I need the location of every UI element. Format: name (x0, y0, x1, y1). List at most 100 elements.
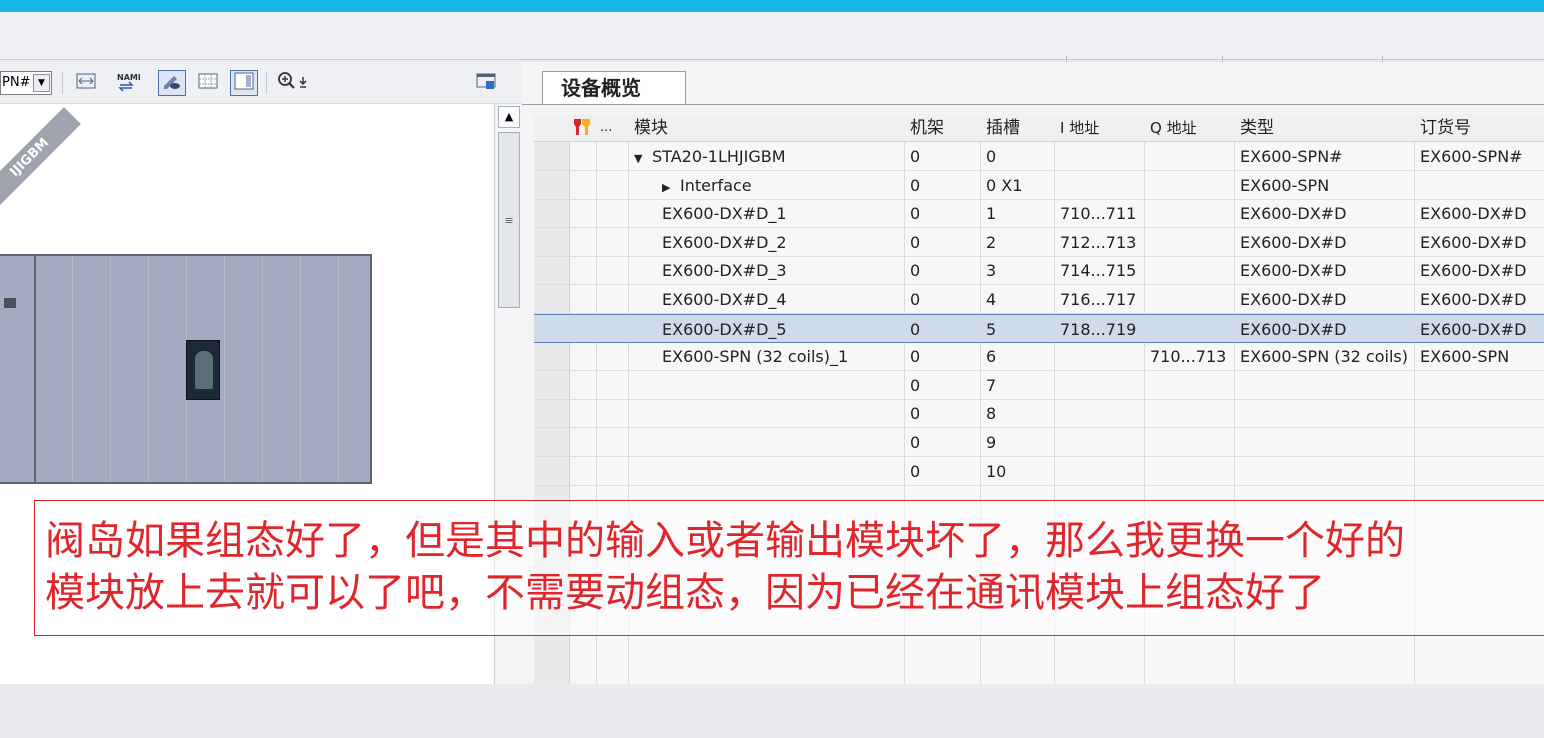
table-row[interactable]: EX600-DX#D_3 0 3 714...715 EX600-DX#D EX600-D… (534, 256, 1544, 286)
table-cell[interactable]: EX600-DX#D_5 (662, 315, 787, 344)
cell-i: 712...713 (1060, 232, 1137, 252)
table-cell[interactable]: EX600-DX#D (1420, 199, 1526, 228)
col-q-address[interactable]: Q 地址 (1150, 116, 1197, 140)
col-type[interactable]: 类型 (1240, 116, 1274, 140)
table-row[interactable]: EX600-DX#D_5 0 5 718...719 EX600-DX#D EX600-D… (534, 313, 1544, 344)
table-row[interactable]: EX600-DX#D_1 0 1 710...711 EX600-DX#D EX600-D… (534, 199, 1544, 229)
table-cell[interactable]: EX600-DX#D_3 (662, 256, 787, 285)
table-cell[interactable]: 0 (910, 428, 920, 457)
table-cell[interactable]: 0 X1 (986, 171, 1022, 200)
table-cell[interactable]: EX600-DX#D (1240, 228, 1346, 257)
table-cell[interactable]: 7 (986, 371, 996, 400)
table-row[interactable]: 09 (534, 428, 1544, 457)
table-cell[interactable]: 9 (986, 428, 996, 457)
network-view-icon[interactable] (72, 70, 100, 96)
col-module[interactable]: 模块 (634, 116, 668, 140)
panel-icon[interactable] (230, 70, 258, 96)
table-cell[interactable]: EX600-SPN (1240, 171, 1329, 200)
col-order-number[interactable]: 订货号 (1420, 116, 1471, 140)
device-combo[interactable]: PN# ▼ (0, 71, 52, 95)
column-options[interactable]: ... (600, 116, 612, 140)
window-icon[interactable] (472, 70, 500, 96)
device-tag[interactable]: IJIGBM (0, 107, 81, 209)
table-cell[interactable]: ▼ STA20-1LHJIGBM (634, 142, 786, 173)
table-row[interactable]: 07 (534, 371, 1544, 400)
table-cell[interactable]: EX600-DX#D_2 (662, 228, 787, 257)
table-cell[interactable]: EX600-DX#D (1240, 315, 1346, 344)
table-cell[interactable]: 0 (986, 142, 996, 171)
table-row[interactable]: EX600-DX#D_4 0 4 716...717 EX600-DX#D EX600-D… (534, 285, 1544, 314)
table-cell[interactable]: 0 (910, 399, 920, 428)
table-row[interactable]: EX600-DX#D_2 0 2 712...713 EX600-DX#D EX600-D… (534, 228, 1544, 257)
table-cell[interactable]: ▶ Interface (662, 171, 752, 202)
table-cell[interactable]: 0 (910, 256, 920, 285)
expand-icon[interactable]: ▶ (662, 173, 680, 202)
grid-icon[interactable] (194, 70, 222, 96)
table-cell[interactable]: EX600-SPN (32 coils) (1240, 342, 1408, 371)
table-cell[interactable]: EX600-DX#D (1240, 199, 1346, 228)
cell-rack: 0 (910, 204, 921, 224)
table-cell[interactable]: EX600-DX#D (1420, 228, 1526, 257)
table-cell[interactable]: EX600-DX#D_1 (662, 199, 787, 228)
table-row[interactable]: 08 (534, 399, 1544, 429)
menu-band (0, 12, 1544, 62)
address-icon[interactable] (158, 70, 186, 96)
filter-icon[interactable] (570, 116, 594, 145)
table-cell[interactable]: 710...713 (1150, 342, 1226, 371)
table-row[interactable]: ▼ STA20-1LHJIGBM 0 0 EX600-SPN# EX600-SPN# (534, 142, 1544, 171)
table-cell[interactable]: 0 (910, 315, 920, 344)
table-cell[interactable]: 0 (910, 371, 920, 400)
table-cell[interactable]: 10 (986, 457, 1006, 486)
table-cell[interactable]: 5 (986, 315, 996, 344)
table-cell[interactable]: EX600-SPN# (1240, 142, 1343, 171)
table-cell[interactable]: EX600-DX#D (1240, 256, 1346, 285)
table-cell[interactable]: 1 (986, 199, 996, 228)
table-cell[interactable]: EX600-SPN# (1420, 142, 1523, 171)
cell-slot: 5 (986, 319, 997, 339)
name-icon[interactable]: NAME (114, 70, 143, 96)
scroll-up-icon[interactable]: ▲ (498, 106, 520, 128)
table-cell[interactable]: 0 (910, 142, 920, 171)
table-cell[interactable]: 2 (986, 228, 996, 257)
table-cell[interactable]: EX600-DX#D (1420, 315, 1526, 344)
table-cell[interactable]: 0 (910, 228, 920, 257)
table-cell[interactable]: 0 (910, 199, 920, 228)
cell-slot: 8 (986, 404, 997, 424)
cell-slot: 9 (986, 433, 997, 452)
table-row[interactable]: EX600-SPN (32 coils)_1 0 6 710...713 EX600-S… (534, 342, 1544, 372)
zoom-icon[interactable] (274, 70, 318, 96)
table-cell[interactable]: 8 (986, 399, 996, 428)
col-i-address[interactable]: I 地址 (1060, 116, 1099, 140)
device-combo-value: PN# (2, 75, 31, 90)
collapse-icon[interactable]: ▼ (634, 144, 652, 173)
col-rack[interactable]: 机架 (910, 116, 944, 140)
col-slot[interactable]: 插槽 (986, 116, 1020, 140)
cell-slot: 4 (986, 290, 997, 309)
table-cell[interactable]: EX600-SPN (32 coils)_1 (662, 342, 848, 371)
table-cell[interactable]: 3 (986, 256, 996, 285)
table-cell[interactable]: EX600-SPN (1420, 342, 1509, 371)
scroll-thumb[interactable]: ≡ (498, 132, 520, 308)
table-cell[interactable]: 0 (910, 285, 920, 314)
table-cell[interactable]: 712...713 (1060, 228, 1136, 257)
chevron-down-icon[interactable]: ▼ (33, 74, 50, 92)
table-row[interactable]: ▶ Interface 0 0 X1 EX600-SPN (534, 171, 1544, 200)
tab-device-overview[interactable]: 设备概览 (542, 71, 686, 105)
table-cell[interactable]: 6 (986, 342, 996, 371)
table-cell[interactable]: EX600-DX#D (1420, 256, 1526, 285)
table-cell[interactable]: 714...715 (1060, 256, 1136, 285)
table-cell[interactable]: 4 (986, 285, 996, 314)
table-cell[interactable]: 718...719 (1060, 315, 1136, 344)
table-cell[interactable]: EX600-DX#D (1420, 285, 1526, 314)
table-row[interactable]: 0 10 (534, 457, 1544, 486)
cell-slot: 10 (986, 461, 1007, 481)
table-cell[interactable]: 710...711 (1060, 199, 1136, 228)
table-cell[interactable]: EX600-DX#D (1240, 285, 1346, 314)
table-cell[interactable]: 0 (910, 342, 920, 371)
table-cell[interactable]: 0 (910, 171, 920, 200)
table-cell[interactable]: EX600-DX#D_4 (662, 285, 787, 314)
table-cell[interactable]: 0 (910, 457, 920, 486)
device-rack[interactable] (0, 254, 372, 484)
table-cell[interactable]: 716...717 (1060, 285, 1136, 314)
rack-head-module[interactable] (0, 256, 36, 482)
